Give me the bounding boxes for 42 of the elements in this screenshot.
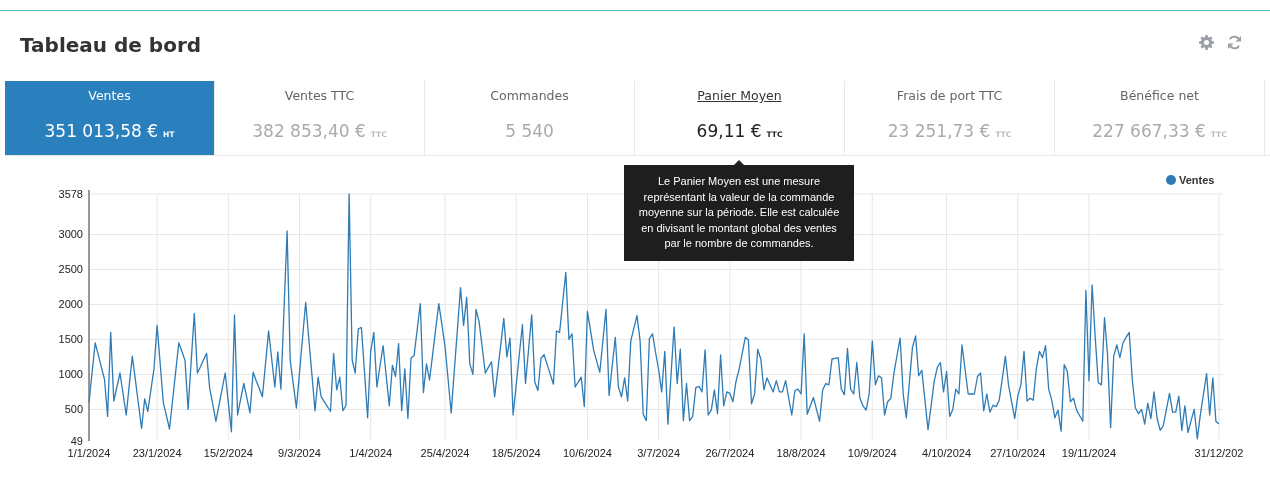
x-axis-label: 27/10/2024 — [990, 447, 1046, 459]
x-axis-label: 23/1/2024 — [132, 447, 182, 459]
kpi-value: 5 540 — [505, 121, 554, 141]
kpi-label: Ventes — [88, 88, 131, 103]
y-axis-label: 1500 — [58, 333, 83, 346]
x-axis-label: 18/8/2024 — [776, 447, 826, 459]
kpi-value: 382 853,40 € — [252, 121, 366, 141]
kpi-label: Frais de port TTC — [896, 88, 1003, 103]
x-axis-label: 19/11/2024 — [1061, 447, 1117, 459]
y-axis-label: 2000 — [58, 298, 83, 311]
x-axis-label: 9/3/2024 — [278, 447, 321, 459]
y-axis-label: 3578 — [58, 188, 83, 200]
kpi-value: 227 667,33 € — [1092, 121, 1206, 141]
y-axis-label: 49 — [70, 435, 83, 447]
kpi-label: Ventes TTC — [284, 88, 355, 103]
kpi-label: Bénéfice net — [1120, 88, 1199, 103]
x-axis-label: 15/2/2024 — [203, 447, 253, 459]
kpi-value: 23 251,73 € — [887, 121, 991, 141]
x-axis-label: 3/7/2024 — [637, 447, 681, 459]
kpi-value: 69,11 € — [696, 121, 762, 141]
x-axis-label: 4/10/2024 — [922, 447, 972, 459]
panel-title: Tableau de bord — [20, 33, 202, 57]
kpi-label: Panier Moyen — [697, 88, 782, 103]
y-axis-label: 3000 — [58, 228, 83, 241]
legend-label: Ventes — [1179, 174, 1215, 186]
y-axis-label: 1000 — [58, 368, 83, 381]
refresh-icon[interactable] — [1227, 34, 1242, 50]
kpi-tab[interactable]: Commandes 5 540 — [425, 81, 635, 155]
x-axis-label: 25/4/2024 — [420, 447, 470, 459]
x-axis-label: 1/1/2024 — [67, 447, 111, 459]
kpi-value: 351 013,58 € — [44, 121, 159, 141]
x-axis-label: 31/12/202 — [1194, 447, 1244, 459]
x-axis-label: 18/5/2024 — [491, 447, 541, 459]
x-axis-label: 10/9/2024 — [847, 447, 897, 459]
x-axis-label: 26/7/2024 — [705, 447, 755, 459]
x-axis-label: 1/4/2024 — [349, 447, 393, 459]
tooltip: Le Panier Moyen est une mesure représentant la valeur de la commande moyenne sur la période. Elle est calculée en divisant le montant global des ventes par le nombre de commandes. — [624, 165, 854, 261]
x-axis-label: 10/6/2024 — [562, 447, 612, 459]
y-axis-label: 2500 — [58, 263, 83, 276]
settings-icon[interactable] — [1199, 34, 1214, 50]
kpi-label: Commandes — [490, 88, 569, 103]
y-axis-label: 500 — [64, 403, 83, 416]
